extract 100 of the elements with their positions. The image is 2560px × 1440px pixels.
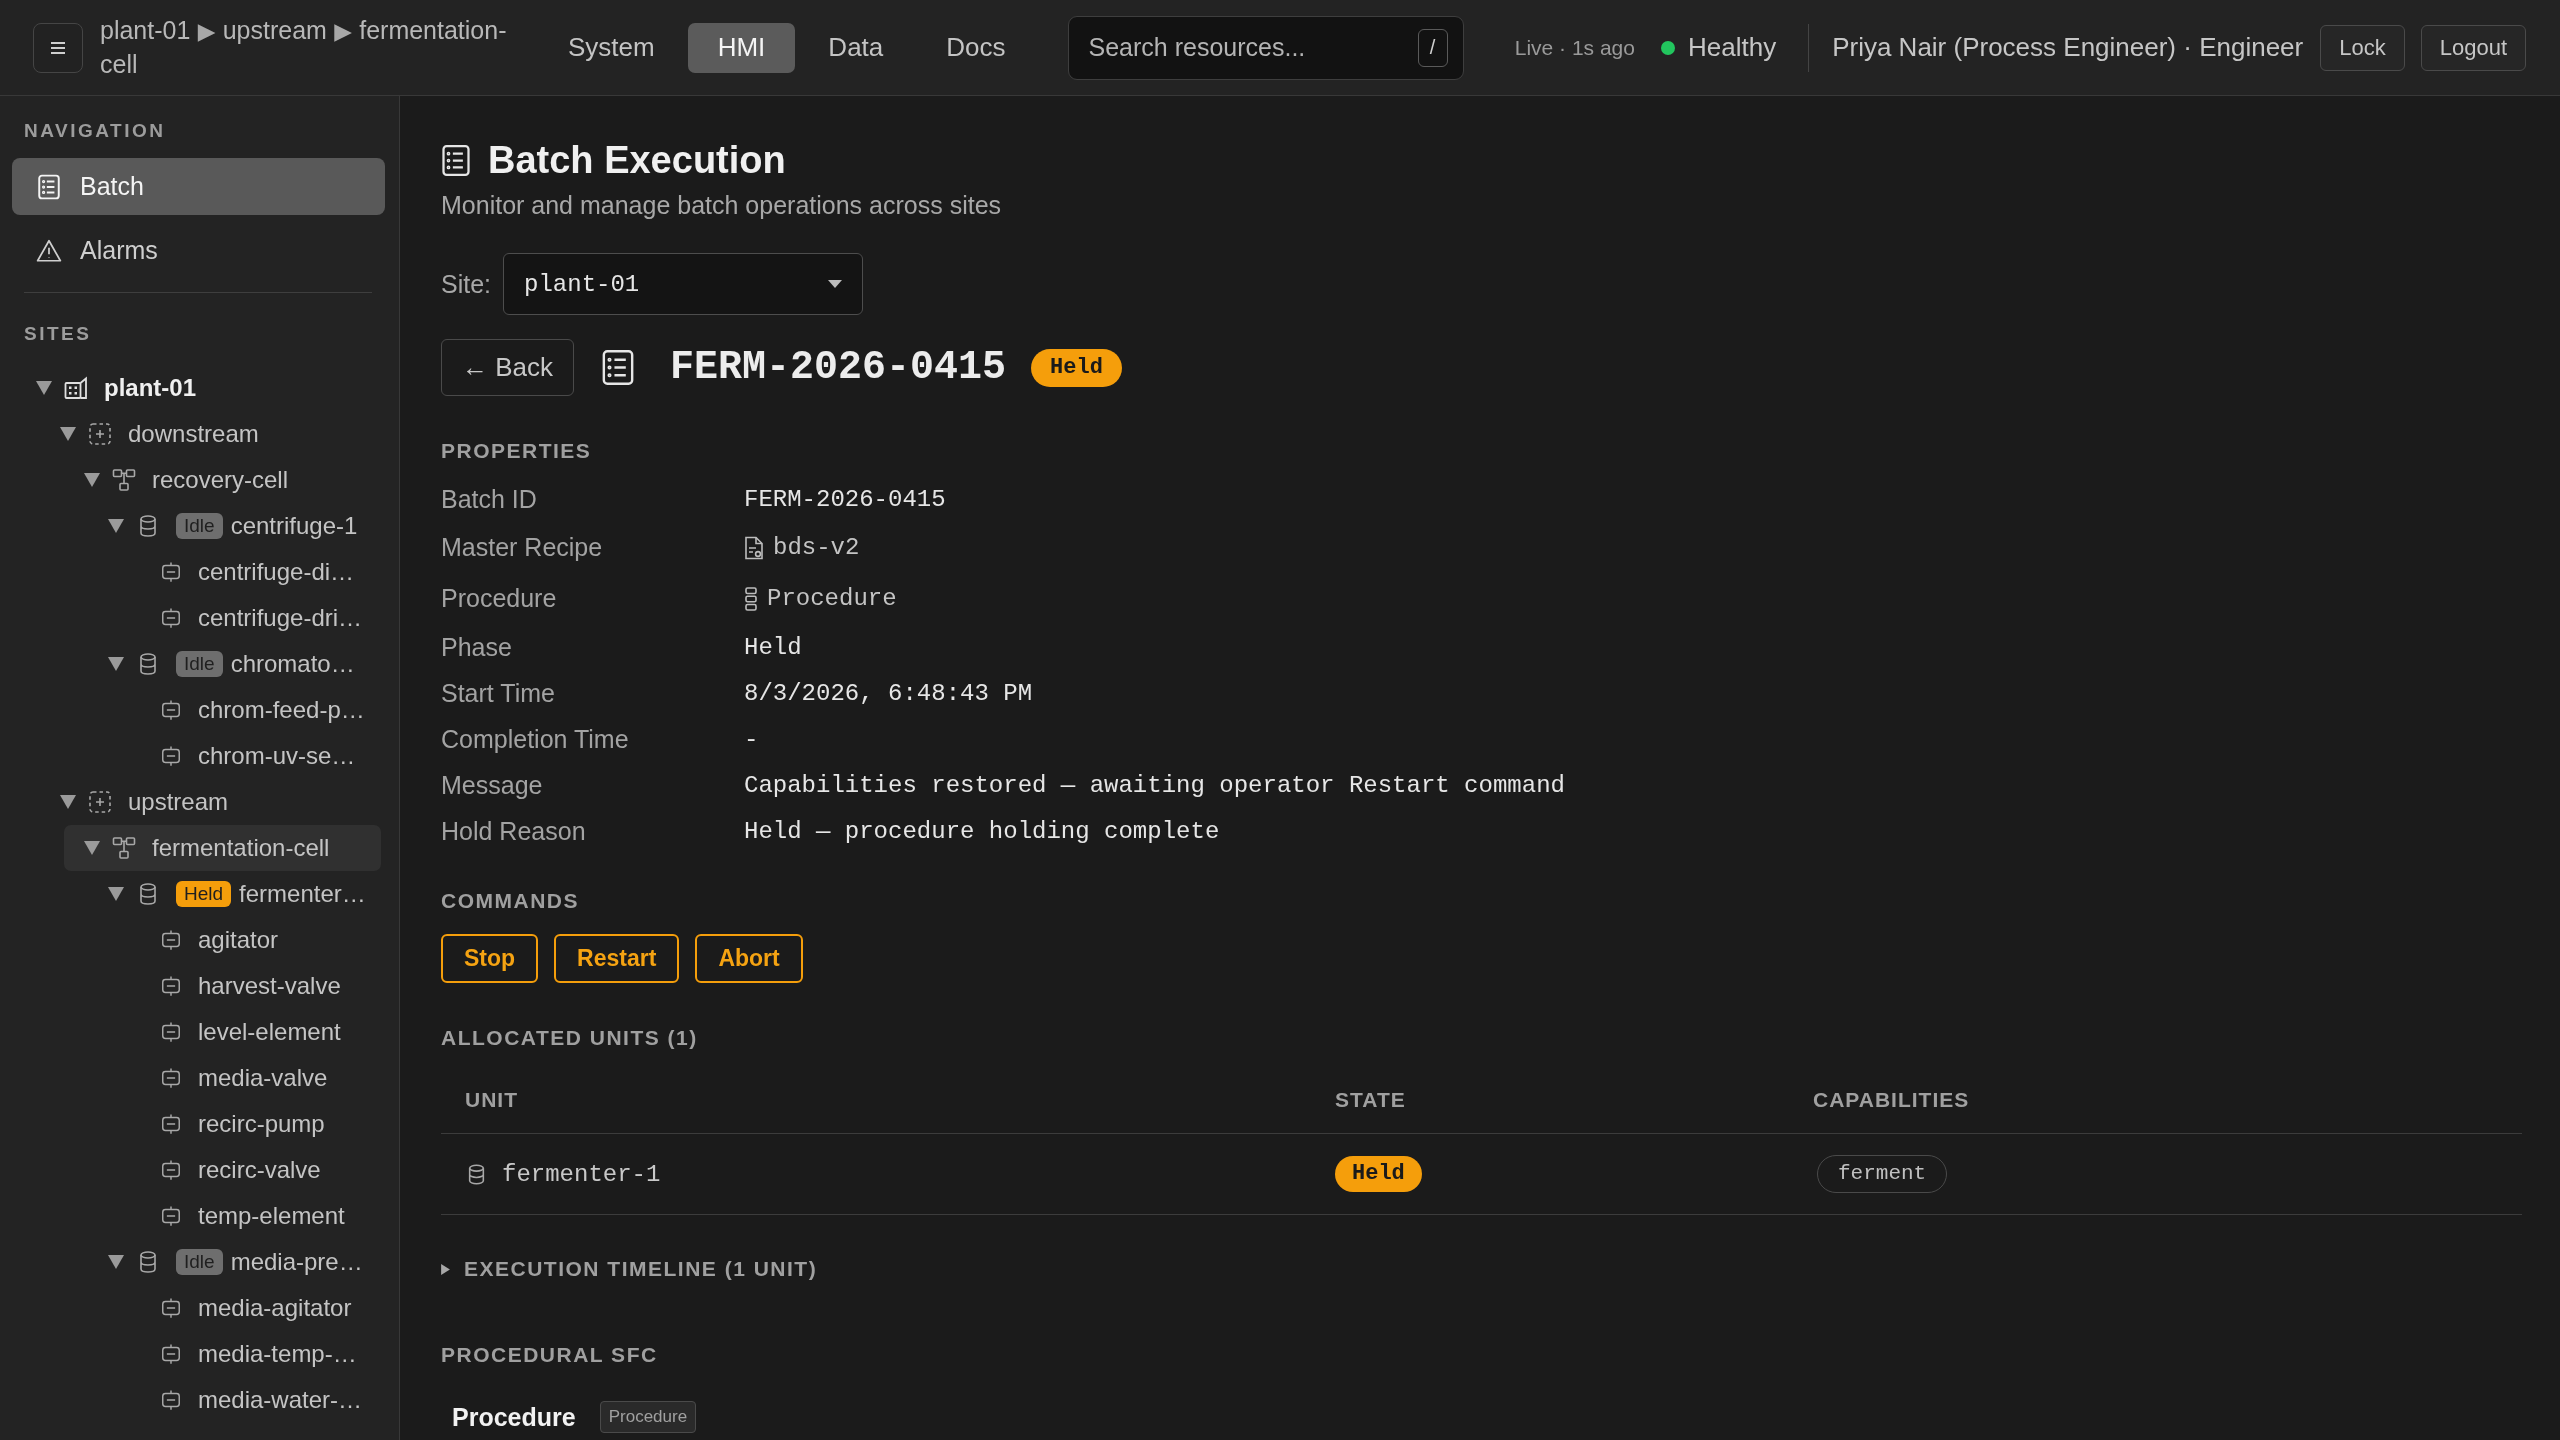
- menu-button[interactable]: [33, 22, 83, 73]
- tree-item[interactable]: Idle media-pre…: [88, 1239, 381, 1285]
- property-value: Capabilities restored — awaiting operator Restart command: [744, 771, 1565, 799]
- command-button[interactable]: Restart: [554, 934, 680, 983]
- property-label: Start Time: [441, 677, 556, 709]
- page-title: Batch Execution: [488, 138, 786, 182]
- breadcrumb-path[interactable]: plant-01 ▶ upstream ▶ fermentation-cell: [100, 14, 528, 81]
- chip-icon: [160, 1297, 182, 1319]
- section-heading: ALLOCATED UNITS (1): [441, 1026, 699, 1050]
- caret-icon[interactable]: [36, 381, 52, 395]
- property-value: FERM-2026-0415: [744, 485, 946, 513]
- document-icon: [744, 535, 764, 560]
- chip-icon: [160, 1159, 182, 1181]
- menu-icon: [51, 41, 65, 54]
- nav-tab[interactable]: System: [538, 22, 685, 73]
- recipe-link[interactable]: bds-v2: [744, 534, 860, 561]
- tree-item[interactable]: recirc-pump: [112, 1101, 381, 1147]
- tree-item[interactable]: downstream: [40, 411, 381, 457]
- tree-item[interactable]: media-valve: [112, 1055, 381, 1101]
- nav-tab[interactable]: HMI: [687, 22, 796, 73]
- tree-item[interactable]: harvest-valve: [112, 963, 381, 1009]
- column-header: STATE: [1334, 1087, 1407, 1113]
- chip-icon: [160, 1067, 182, 1089]
- health-status-text: Healthy: [1688, 32, 1777, 63]
- chip-icon: [160, 1389, 182, 1411]
- nav-tab[interactable]: Docs: [916, 22, 1036, 73]
- tree-item[interactable]: plant-01: [16, 365, 381, 411]
- tree-item[interactable]: chrom-feed-p…: [112, 687, 381, 733]
- tree-item[interactable]: media-temp-…: [112, 1331, 381, 1377]
- procedure-link[interactable]: Procedure: [744, 585, 897, 612]
- site-select[interactable]: plant-01: [503, 253, 864, 315]
- chip-icon: [160, 975, 182, 997]
- property-value: 8/3/2026, 6:48:43 PM: [744, 679, 1033, 707]
- property-label: Batch ID: [441, 483, 538, 515]
- command-button[interactable]: Stop: [441, 934, 539, 983]
- building-icon: [64, 376, 88, 400]
- tree-item[interactable]: centrifuge-di…: [112, 549, 381, 595]
- tree-item[interactable]: Held fermenter…: [88, 871, 381, 917]
- site-label: Site:: [441, 269, 492, 299]
- property-value: -: [744, 725, 759, 753]
- caret-icon[interactable]: [108, 1255, 124, 1269]
- status-badge: Idle: [176, 651, 223, 677]
- status-badge: Idle: [176, 1249, 223, 1275]
- batch-title: FERM-2026-0415: [670, 345, 1007, 390]
- caret-icon[interactable]: [60, 795, 76, 809]
- timeline-toggle[interactable]: EXECUTION TIMELINE (1 UNIT): [441, 1255, 818, 1283]
- property-label: Completion Time: [441, 723, 630, 755]
- nav-tab[interactable]: Data: [798, 22, 914, 73]
- caret-icon: [828, 280, 843, 288]
- tree-item[interactable]: Idle chromato…: [88, 641, 381, 687]
- tree-item[interactable]: temp-element: [112, 1193, 381, 1239]
- status-badge: Held: [176, 881, 232, 907]
- property-label: Hold Reason: [441, 815, 587, 847]
- header-button[interactable]: Logout: [2420, 24, 2526, 71]
- chip-icon: [160, 607, 182, 629]
- section-heading: COMMANDS: [441, 889, 580, 913]
- sidebar-nav-item[interactable]: Alarms: [12, 222, 385, 279]
- tree-item[interactable]: recovery-cell: [64, 457, 381, 503]
- procedure-tag: Procedure: [599, 1401, 697, 1433]
- caret-icon[interactable]: [60, 427, 76, 441]
- status-badge: Held: [1335, 1156, 1422, 1192]
- list-document-icon: [36, 173, 62, 200]
- dashed-square-icon: [88, 790, 112, 814]
- sidebar-nav-item[interactable]: Batch: [12, 158, 385, 215]
- dashed-square-icon: [88, 422, 112, 446]
- chip-icon: [160, 1205, 182, 1227]
- tree-item[interactable]: recirc-valve: [112, 1147, 381, 1193]
- chip-icon: [160, 1113, 182, 1135]
- caret-icon[interactable]: [108, 887, 124, 901]
- property-value: Held: [744, 633, 802, 661]
- header-button[interactable]: Lock: [2320, 24, 2405, 71]
- tree-item[interactable]: Idle centrifuge-1: [88, 503, 381, 549]
- property-label: Master Recipe: [441, 532, 604, 563]
- sidebar-heading: NAVIGATION: [23, 119, 167, 143]
- warning-icon: [36, 237, 62, 264]
- tree-item[interactable]: upstream: [40, 779, 381, 825]
- status-badge: Held: [1031, 348, 1122, 387]
- caret-icon[interactable]: [84, 473, 100, 487]
- caret-icon[interactable]: [108, 657, 124, 671]
- list-document-icon: [441, 143, 471, 177]
- property-value: Held — procedure holding complete: [744, 817, 1220, 845]
- chip-icon: [160, 1343, 182, 1365]
- property-label: Message: [441, 769, 544, 801]
- tree-item[interactable]: chrom-uv-se…: [112, 733, 381, 779]
- chip-icon: [160, 745, 182, 767]
- flowchart-icon: [744, 586, 758, 611]
- tree-item[interactable]: centrifuge-dri…: [112, 595, 381, 641]
- tree-item[interactable]: agitator: [112, 917, 381, 963]
- tree-item[interactable]: level-element: [112, 1009, 381, 1055]
- tree-item[interactable]: fermentation-cell: [64, 825, 381, 871]
- shortcut-key: /: [1417, 28, 1448, 67]
- command-button[interactable]: Abort: [695, 934, 803, 983]
- section-heading: PROPERTIES: [441, 439, 593, 463]
- caret-icon[interactable]: [108, 519, 124, 533]
- tree-item[interactable]: media-water-…: [112, 1377, 381, 1423]
- caret-icon[interactable]: [84, 841, 100, 855]
- tree-item[interactable]: media-agitator: [112, 1285, 381, 1331]
- back-button[interactable]: ← Back: [441, 339, 575, 396]
- list-document-icon: [601, 349, 636, 386]
- connected-boxes-icon: [112, 836, 136, 860]
